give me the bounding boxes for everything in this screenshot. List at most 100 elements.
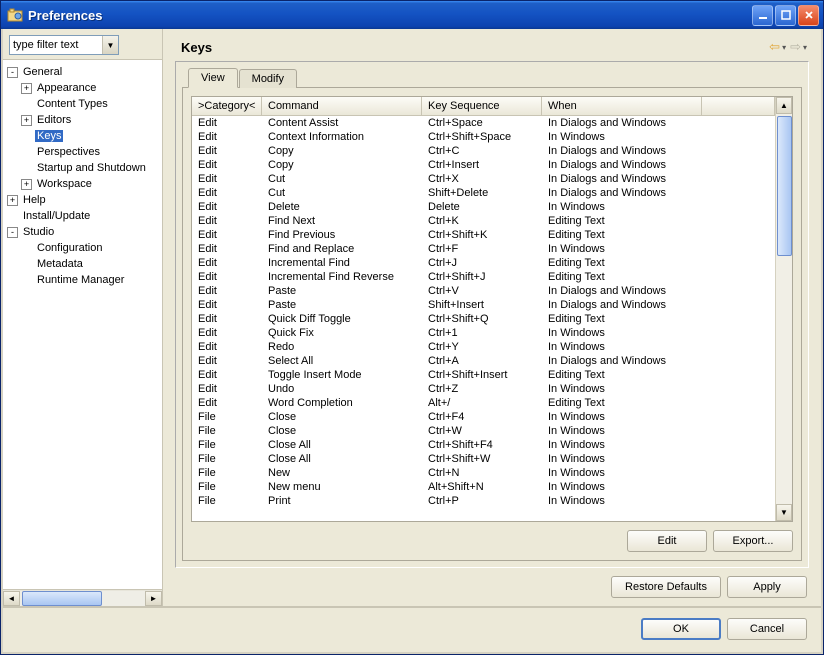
tree-node[interactable]: Content Types xyxy=(21,96,162,112)
v-scroll-thumb[interactable] xyxy=(777,116,792,256)
tab-modify[interactable]: Modify xyxy=(239,69,297,88)
tree-item-label[interactable]: Runtime Manager xyxy=(35,274,126,286)
col-when[interactable]: When xyxy=(542,97,702,115)
table-scrollbar[interactable]: ▲ ▼ xyxy=(775,97,792,521)
tree-item-label[interactable]: Metadata xyxy=(35,258,85,270)
table-row[interactable]: EditCopyCtrl+CIn Dialogs and Windows xyxy=(192,144,775,158)
table-row[interactable]: EditCutCtrl+XIn Dialogs and Windows xyxy=(192,172,775,186)
titlebar[interactable]: Preferences xyxy=(1,1,823,29)
cell-cat: Edit xyxy=(192,228,262,242)
tree-node[interactable]: -General+AppearanceContent Types+Editors… xyxy=(7,64,162,192)
nav-back-dd[interactable]: ▾ xyxy=(782,43,786,52)
ok-button[interactable]: OK xyxy=(641,618,721,640)
table-row[interactable]: EditQuick Diff ToggleCtrl+Shift+QEditing… xyxy=(192,312,775,326)
tree-node[interactable]: Metadata xyxy=(21,256,162,272)
table-row[interactable]: EditContext InformationCtrl+Shift+SpaceI… xyxy=(192,130,775,144)
table-row[interactable]: FileNew menuAlt+Shift+NIn Windows xyxy=(192,480,775,494)
nav-forward-icon[interactable]: ⇨ xyxy=(790,39,801,55)
scroll-up-icon[interactable]: ▲ xyxy=(776,97,792,114)
sidebar-scrollbar[interactable]: ◄ ► xyxy=(3,589,162,606)
table-body[interactable]: EditContent AssistCtrl+SpaceIn Dialogs a… xyxy=(192,116,775,521)
table-row[interactable]: FileCloseCtrl+WIn Windows xyxy=(192,424,775,438)
tree-node[interactable]: Startup and Shutdown xyxy=(21,160,162,176)
v-scroll-track[interactable] xyxy=(776,114,792,504)
table-row[interactable]: EditCopyCtrl+InsertIn Dialogs and Window… xyxy=(192,158,775,172)
table-row[interactable]: EditRedoCtrl+YIn Windows xyxy=(192,340,775,354)
table-row[interactable]: FileClose AllCtrl+Shift+WIn Windows xyxy=(192,452,775,466)
table-row[interactable]: EditFind NextCtrl+KEditing Text xyxy=(192,214,775,228)
maximize-button[interactable] xyxy=(775,5,796,26)
minimize-button[interactable] xyxy=(752,5,773,26)
apply-button[interactable]: Apply xyxy=(727,576,807,598)
nav-back-icon[interactable]: ⇦ xyxy=(769,39,780,55)
export-button[interactable]: Export... xyxy=(713,530,793,552)
scroll-left-icon[interactable]: ◄ xyxy=(3,591,20,606)
table-row[interactable]: EditFind PreviousCtrl+Shift+KEditing Tex… xyxy=(192,228,775,242)
tree-item-label[interactable]: Appearance xyxy=(35,82,98,94)
expand-icon[interactable]: + xyxy=(7,195,18,206)
tree-node[interactable]: Keys xyxy=(21,128,162,144)
table-row[interactable]: EditFind and ReplaceCtrl+FIn Windows xyxy=(192,242,775,256)
col-key[interactable]: Key Sequence xyxy=(422,97,542,115)
close-button[interactable] xyxy=(798,5,819,26)
dropdown-icon[interactable]: ▼ xyxy=(102,36,118,54)
table-row[interactable]: FilePrintCtrl+PIn Windows xyxy=(192,494,775,508)
tree-item-label[interactable]: Perspectives xyxy=(35,146,102,158)
table-row[interactable]: EditDeleteDeleteIn Windows xyxy=(192,200,775,214)
filter-combo[interactable]: ▼ xyxy=(9,35,119,55)
collapse-icon[interactable]: - xyxy=(7,67,18,78)
collapse-icon[interactable]: - xyxy=(7,227,18,238)
cell-key: Ctrl+1 xyxy=(422,326,542,340)
tab-view[interactable]: View xyxy=(188,68,238,88)
scroll-down-icon[interactable]: ▼ xyxy=(776,504,792,521)
tree-item-label[interactable]: Install/Update xyxy=(21,210,92,222)
expand-icon[interactable]: + xyxy=(21,83,32,94)
tree-node[interactable]: -Studio Configuration Metadata Runtime Mana… xyxy=(7,224,162,288)
restore-defaults-button[interactable]: Restore Defaults xyxy=(611,576,721,598)
tree-item-label[interactable]: Editors xyxy=(35,114,73,126)
table-row[interactable]: EditToggle Insert ModeCtrl+Shift+InsertE… xyxy=(192,368,775,382)
tree-item-label[interactable]: Content Types xyxy=(35,98,110,110)
table-row[interactable]: EditSelect AllCtrl+AIn Dialogs and Windo… xyxy=(192,354,775,368)
tree-node[interactable]: Perspectives xyxy=(21,144,162,160)
edit-button[interactable]: Edit xyxy=(627,530,707,552)
tree-node[interactable]: Install/Update xyxy=(7,208,162,224)
expand-icon[interactable]: + xyxy=(21,115,32,126)
tree-node[interactable]: Configuration xyxy=(21,240,162,256)
tree-node[interactable]: +Help xyxy=(7,192,162,208)
col-category[interactable]: >Category< xyxy=(192,97,262,115)
tree-node[interactable]: Runtime Manager xyxy=(21,272,162,288)
tree-item-label[interactable]: Configuration xyxy=(35,242,104,254)
table-row[interactable]: EditPasteShift+InsertIn Dialogs and Wind… xyxy=(192,298,775,312)
keybindings-table[interactable]: >Category< Command Key Sequence When Edi… xyxy=(191,96,793,522)
window-title: Preferences xyxy=(28,8,752,23)
col-command[interactable]: Command xyxy=(262,97,422,115)
table-row[interactable]: EditUndoCtrl+ZIn Windows xyxy=(192,382,775,396)
scroll-right-icon[interactable]: ► xyxy=(145,591,162,606)
tree-item-label[interactable]: Workspace xyxy=(35,178,94,190)
tree-node[interactable]: +Editors xyxy=(21,112,162,128)
nav-forward-dd[interactable]: ▾ xyxy=(803,43,807,52)
preferences-tree[interactable]: -General+AppearanceContent Types+Editors… xyxy=(3,60,162,589)
tree-item-label[interactable]: Keys xyxy=(35,130,63,142)
tree-node[interactable]: +Workspace xyxy=(21,176,162,192)
tree-node[interactable]: +Appearance xyxy=(21,80,162,96)
expand-icon[interactable]: + xyxy=(21,179,32,190)
scroll-track[interactable] xyxy=(20,591,145,606)
table-row[interactable]: FileClose AllCtrl+Shift+F4In Windows xyxy=(192,438,775,452)
table-row[interactable]: FileNewCtrl+NIn Windows xyxy=(192,466,775,480)
tree-item-label[interactable]: Startup and Shutdown xyxy=(35,162,148,174)
table-row[interactable]: EditIncremental Find ReverseCtrl+Shift+J… xyxy=(192,270,775,284)
table-row[interactable]: EditCutShift+DeleteIn Dialogs and Window… xyxy=(192,186,775,200)
cancel-button[interactable]: Cancel xyxy=(727,618,807,640)
tree-item-label[interactable]: Help xyxy=(21,194,48,206)
table-row[interactable]: FileCloseCtrl+F4In Windows xyxy=(192,410,775,424)
table-row[interactable]: EditWord CompletionAlt+/Editing Text xyxy=(192,396,775,410)
table-row[interactable]: EditIncremental FindCtrl+JEditing Text xyxy=(192,256,775,270)
scroll-thumb[interactable] xyxy=(22,591,102,606)
table-row[interactable]: EditContent AssistCtrl+SpaceIn Dialogs a… xyxy=(192,116,775,130)
table-row[interactable]: EditPasteCtrl+VIn Dialogs and Windows xyxy=(192,284,775,298)
tree-item-label[interactable]: General xyxy=(21,66,64,78)
tree-item-label[interactable]: Studio xyxy=(21,226,56,238)
table-row[interactable]: EditQuick FixCtrl+1In Windows xyxy=(192,326,775,340)
